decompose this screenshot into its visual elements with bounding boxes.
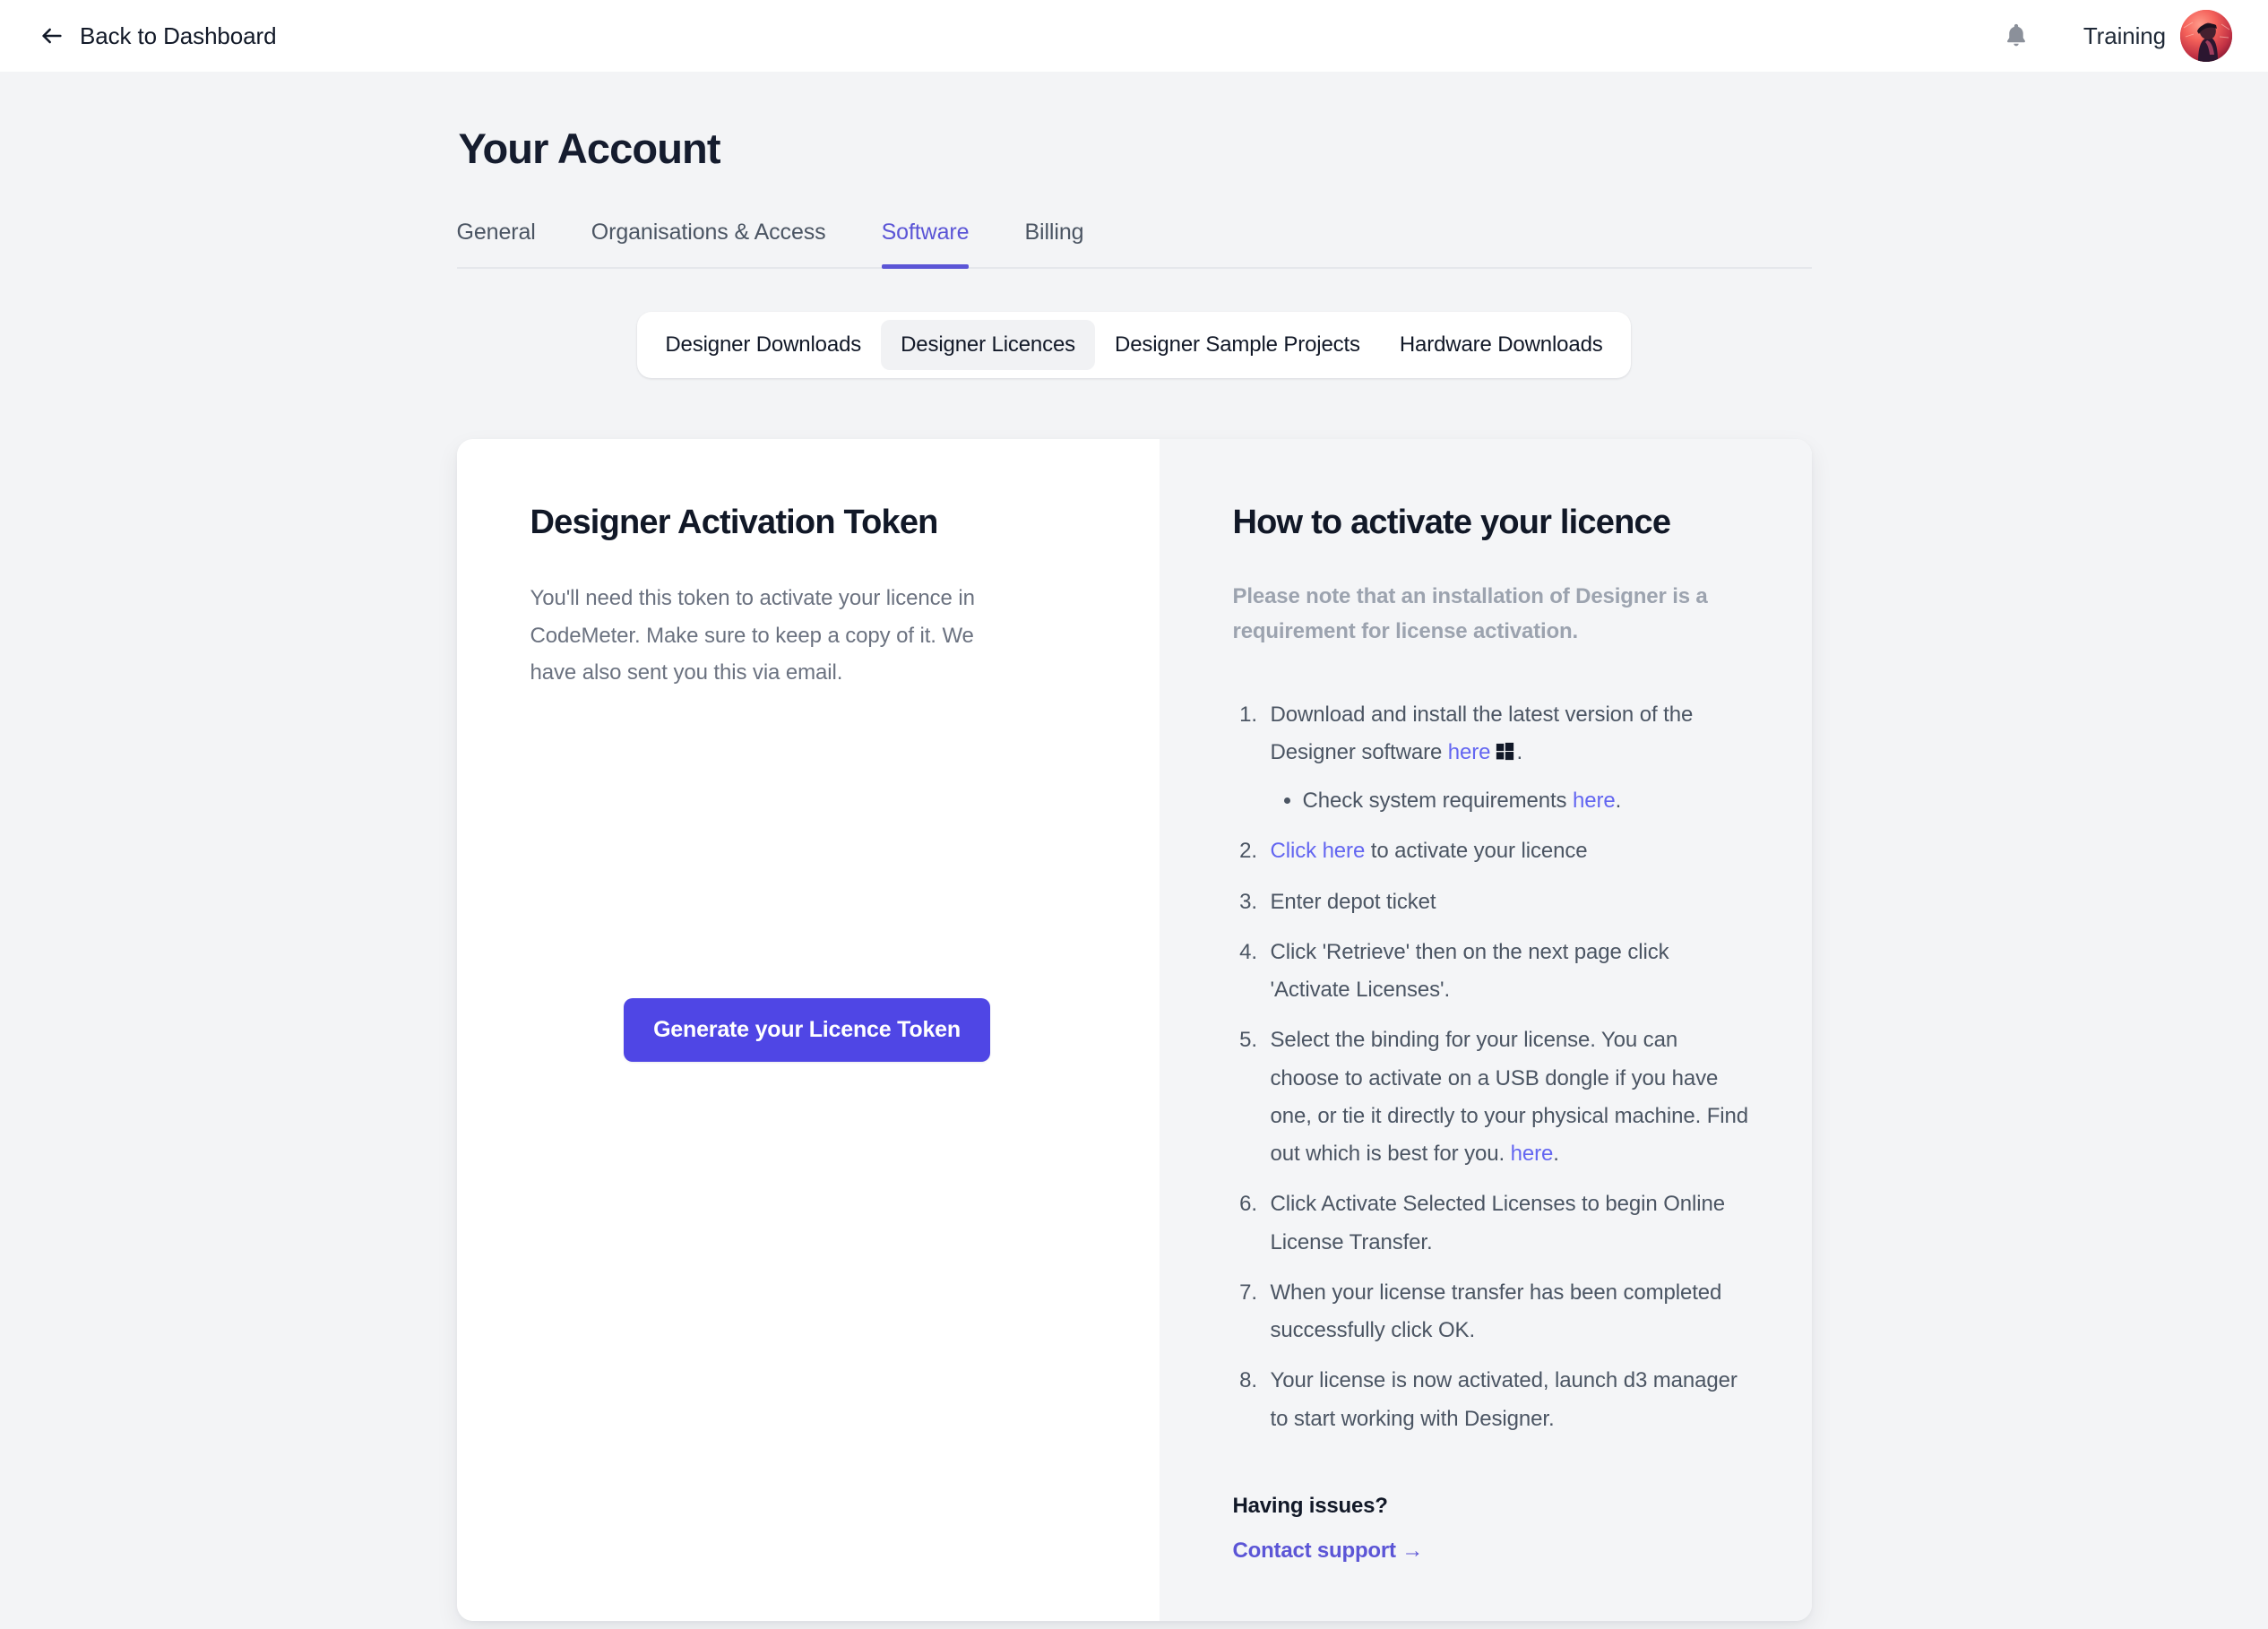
left-panel-spacer xyxy=(530,692,1102,998)
activation-token-title: Designer Activation Token xyxy=(530,504,939,541)
tab-general[interactable]: General xyxy=(457,220,536,267)
licence-card: Designer Activation Token You'll need th… xyxy=(456,439,1812,1621)
installation-note: Please note that an installation of Desi… xyxy=(1232,584,1708,643)
account-tabs: General Organisations & Access Software … xyxy=(456,220,1812,269)
step-2-text-after: to activate your licence xyxy=(1365,839,1588,864)
step-5-text-before: Select the binding for your license. You… xyxy=(1270,1028,1749,1167)
subtab-hardware-downloads[interactable]: Hardware Downloads xyxy=(1380,320,1623,370)
software-subtabs-wrap: Designer Downloads Designer Licences Des… xyxy=(457,312,1812,378)
generate-token-row: Generate your Licence Token xyxy=(530,997,1102,1564)
top-bar-right: Training xyxy=(2001,10,2232,62)
step-2: Click here to activate your licence xyxy=(1263,832,1749,870)
step-8: Your license is now activated, launch d3… xyxy=(1263,1362,1749,1437)
activation-token-description: You'll need this token to activate your … xyxy=(530,586,975,685)
step-3: Enter depot ticket xyxy=(1263,883,1749,921)
step-4: Click 'Retrieve' then on the next page c… xyxy=(1263,934,1749,1009)
substep-text-before: Check system requirements xyxy=(1302,789,1574,814)
system-requirements-link[interactable]: here xyxy=(1573,789,1616,813)
tab-organisations-access[interactable]: Organisations & Access xyxy=(591,220,826,267)
subtab-designer-sample-projects[interactable]: Designer Sample Projects xyxy=(1095,320,1380,370)
subtab-designer-downloads[interactable]: Designer Downloads xyxy=(645,320,881,370)
step-1-substeps: Check system requirements here. xyxy=(1271,782,1749,820)
avatar xyxy=(2180,10,2232,62)
bell-icon[interactable] xyxy=(2001,21,2031,51)
contact-support-link[interactable]: Contact support → xyxy=(1233,1538,1424,1564)
binding-info-link[interactable]: here xyxy=(1511,1142,1554,1166)
tab-software[interactable]: Software xyxy=(881,220,970,269)
windows-icon xyxy=(1496,736,1514,773)
how-to-activate-panel: How to activate your licence Please note… xyxy=(1159,439,1812,1621)
step-6: Click Activate Selected Licenses to begi… xyxy=(1263,1185,1749,1261)
back-to-dashboard-label: Back to Dashboard xyxy=(80,22,277,49)
substep-text-after: . xyxy=(1615,789,1622,814)
step-5-text-after: . xyxy=(1553,1142,1559,1167)
activation-token-panel: Designer Activation Token You'll need th… xyxy=(456,439,1160,1621)
subtab-designer-licences[interactable]: Designer Licences xyxy=(881,320,1096,370)
arrow-left-icon xyxy=(39,23,65,48)
how-to-activate-title: How to activate your licence xyxy=(1232,504,1671,541)
step-1-substep-1: Check system requirements here. xyxy=(1303,782,1749,820)
tab-billing[interactable]: Billing xyxy=(1024,220,1083,267)
user-menu[interactable]: Training xyxy=(2083,10,2232,62)
step-5: Select the binding for your license. You… xyxy=(1263,1021,1749,1173)
generate-licence-token-button[interactable]: Generate your Licence Token xyxy=(624,997,990,1062)
content-container: Your Account General Organisations & Acc… xyxy=(456,72,1812,1621)
step-1-text-after: . xyxy=(1516,739,1523,764)
step-7: When your license transfer has been comp… xyxy=(1263,1274,1749,1349)
having-issues-heading: Having issues? xyxy=(1232,1493,1388,1518)
activation-steps-list: Download and install the latest version … xyxy=(1233,696,1749,1438)
step-1: Download and install the latest version … xyxy=(1263,696,1749,821)
designer-download-link[interactable]: here xyxy=(1448,740,1491,764)
back-to-dashboard-link[interactable]: Back to Dashboard xyxy=(39,22,277,50)
user-name-label: Training xyxy=(2083,22,2166,49)
activate-licence-link[interactable]: Click here xyxy=(1271,839,1366,863)
software-subtabs: Designer Downloads Designer Licences Des… xyxy=(637,312,1631,378)
page-body: Your Account General Organisations & Acc… xyxy=(0,72,2268,1621)
page-title: Your Account xyxy=(458,125,721,172)
top-bar: Back to Dashboard Training xyxy=(0,0,2268,72)
